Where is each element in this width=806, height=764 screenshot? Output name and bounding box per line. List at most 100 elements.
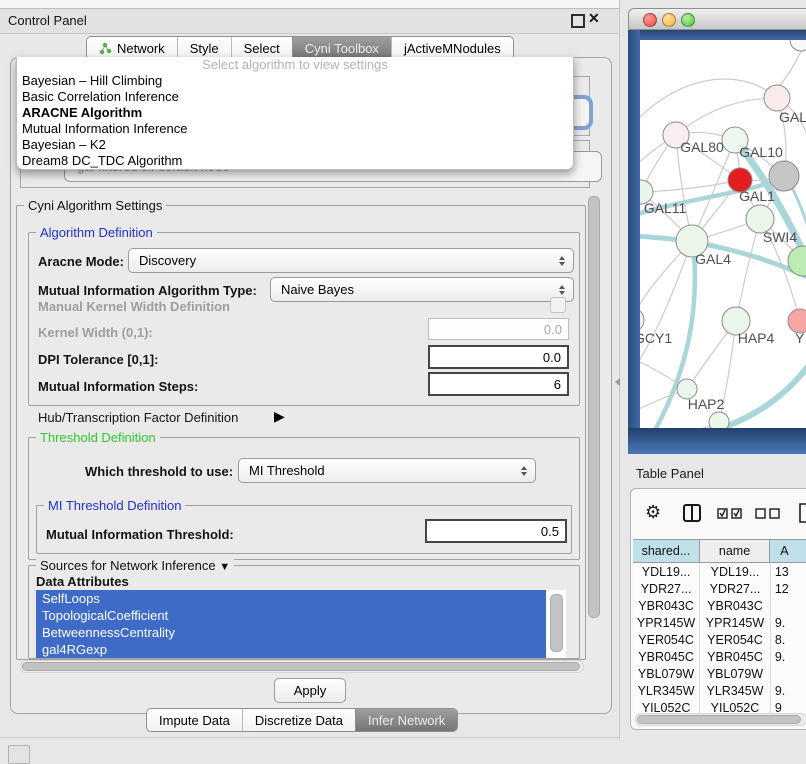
- table-row[interactable]: YBR043C YBR043C: [633, 597, 806, 614]
- panel-splitter-handle[interactable]: [615, 378, 620, 386]
- algorithm-menu-item[interactable]: Basic Correlation Inference: [17, 89, 573, 105]
- algorithm-dropdown-popup: Select algorithm to view settings Bayesi…: [16, 57, 574, 170]
- network-graph: GALGAL80GAL10GAL1GAL11SWI4GAL4GCY1HAP4YH…: [640, 40, 806, 428]
- cell-value[interactable]: 9.: [771, 614, 806, 631]
- cell-name[interactable]: YPR145W: [700, 614, 771, 631]
- close-icon[interactable]: ✕: [588, 10, 600, 27]
- table-row[interactable]: YDL19... YDL19... 13: [633, 563, 806, 580]
- table-row[interactable]: YPR145W YPR145W 9.: [633, 614, 806, 631]
- network-icon: [99, 42, 112, 55]
- tab-cyni-toolbox[interactable]: Cyni Toolbox: [292, 37, 391, 59]
- cell-shared-name[interactable]: YDL19...: [633, 563, 700, 580]
- tab-infer-network[interactable]: Infer Network: [355, 709, 457, 731]
- zoom-traffic-light[interactable]: [681, 13, 695, 27]
- network-node[interactable]: GAL11: [640, 180, 686, 216]
- collapse-arrow-icon[interactable]: ▼: [219, 561, 230, 573]
- cell-shared-name[interactable]: YBL079W: [633, 665, 700, 682]
- table-row[interactable]: YBL079W YBL079W: [633, 665, 806, 682]
- attribute-list-item[interactable]: TopologicalCoefficient: [36, 607, 546, 624]
- close-traffic-light[interactable]: [643, 13, 657, 27]
- algorithm-menu-item[interactable]: Bayesian – Hill Climbing: [17, 73, 573, 89]
- cell-value[interactable]: [771, 665, 806, 682]
- cell-name[interactable]: YLR345W: [700, 682, 771, 699]
- tab-jactivemnodules[interactable]: jActiveMNodules: [391, 37, 513, 59]
- cell-name[interactable]: YDL19...: [700, 563, 771, 580]
- settings-horizontal-thumb[interactable]: [22, 662, 580, 671]
- cell-name[interactable]: YBL079W: [700, 665, 771, 682]
- tab-style[interactable]: Style: [177, 37, 231, 59]
- algorithm-menu-item-label: Dream8 DC_TDC Algorithm: [22, 153, 182, 168]
- network-canvas[interactable]: GALGAL80GAL10GAL1GAL11SWI4GAL4GCY1HAP4YH…: [640, 40, 806, 428]
- table-row[interactable]: YLR345W YLR345W 9.: [633, 682, 806, 699]
- cell-shared-name[interactable]: YBR045C: [633, 648, 700, 665]
- cell-shared-name[interactable]: YDR27...: [633, 580, 700, 597]
- algorithm-menu-item[interactable]: Bayesian – K2: [17, 137, 573, 153]
- table-horizontal-scrollbar[interactable]: [635, 713, 806, 726]
- columns-icon[interactable]: [683, 504, 701, 522]
- network-node[interactable]: HAP4: [722, 307, 774, 346]
- cell-value[interactable]: 8.: [771, 631, 806, 648]
- gear-icon[interactable]: ⚙: [645, 503, 661, 521]
- tab-label: Infer Network: [368, 713, 445, 728]
- network-node[interactable]: [790, 40, 806, 51]
- unchecked-boxes-icon[interactable]: [755, 508, 781, 519]
- cell-name[interactable]: YBR043C: [700, 597, 771, 614]
- network-node[interactable]: [769, 161, 799, 191]
- tab-impute-data[interactable]: Impute Data: [147, 709, 242, 731]
- settings-horizontal-scrollbar[interactable]: [20, 660, 584, 673]
- cell-value[interactable]: 13: [771, 563, 806, 580]
- attribute-list-item[interactable]: gal4RGexp: [36, 641, 546, 658]
- table-row[interactable]: YDR27... YDR27... 12: [633, 580, 806, 597]
- minimize-traffic-light[interactable]: [662, 13, 676, 27]
- algorithm-menu-item-label: Bayesian – Hill Climbing: [22, 73, 162, 88]
- apply-button[interactable]: Apply: [274, 678, 346, 703]
- panel-title: Control Panel: [8, 13, 87, 28]
- cell-value[interactable]: 12: [771, 580, 806, 597]
- algorithm-menu-item-label: Bayesian – K2: [22, 137, 106, 152]
- network-window-titlebar[interactable]: [628, 8, 806, 30]
- cell-value[interactable]: 9.: [771, 648, 806, 665]
- table-row[interactable]: YBR045C YBR045C 9.: [633, 648, 806, 665]
- cell-name[interactable]: YBR045C: [700, 648, 771, 665]
- table-row[interactable]: YER054C YER054C 8.: [633, 631, 806, 648]
- cell-value[interactable]: 9.: [771, 682, 806, 699]
- column-header-clipped[interactable]: A: [770, 540, 806, 562]
- cell-shared-name[interactable]: YLR345W: [633, 682, 700, 699]
- mi-threshold-title: MI Threshold Definition: [44, 498, 185, 513]
- tab-select[interactable]: Select: [231, 37, 292, 59]
- network-node-label: GAL11: [644, 200, 687, 216]
- algorithm-menu-item[interactable]: ARACNE Algorithm: [17, 105, 573, 121]
- algorithm-menu-item[interactable]: Dream8 DC_TDC Algorithm: [17, 153, 573, 169]
- checked-boxes-icon[interactable]: [717, 508, 743, 519]
- tab-label: jActiveMNodules: [404, 41, 501, 56]
- column-header-shared-name[interactable]: shared...: [633, 540, 700, 562]
- mini-panel-button[interactable]: [8, 745, 30, 764]
- file-icon[interactable]: [799, 503, 806, 523]
- attribute-list-item[interactable]: SelfLoops: [36, 590, 546, 607]
- cell-shared-name[interactable]: YBR043C: [633, 597, 700, 614]
- algorithm-menu-item[interactable]: Mutual Information Inference: [17, 121, 573, 137]
- node-table: shared... name A YDL19... YDL19... 13 YD…: [633, 539, 806, 715]
- cell-name[interactable]: YDR27...: [700, 580, 771, 597]
- list-scrollbar-thumb[interactable]: [550, 594, 563, 652]
- tab-network[interactable]: Network: [87, 37, 177, 59]
- cell-shared-name[interactable]: YPR145W: [633, 614, 700, 631]
- table-horizontal-thumb[interactable]: [637, 715, 801, 724]
- cell-shared-name[interactable]: YER054C: [633, 631, 700, 648]
- network-node[interactable]: Y: [788, 309, 806, 346]
- network-node[interactable]: HAP2: [677, 379, 724, 412]
- attribute-list-item[interactable]: BetweennessCentrality: [36, 624, 546, 641]
- bottom-tabbar: Impute Data Discretize Data Infer Networ…: [146, 708, 458, 732]
- cell-name[interactable]: YER054C: [700, 631, 771, 648]
- network-node[interactable]: GAL: [764, 85, 806, 125]
- float-window-icon[interactable]: [571, 14, 585, 28]
- network-node[interactable]: GAL10: [722, 127, 783, 160]
- column-header-name[interactable]: name: [700, 540, 770, 562]
- settings-vertical-scrollbar[interactable]: [588, 196, 600, 618]
- network-node[interactable]: GAL80: [663, 122, 724, 155]
- network-node[interactable]: GCY1: [640, 308, 672, 346]
- network-node-label: GAL1: [739, 188, 775, 204]
- cell-value[interactable]: [771, 597, 806, 614]
- network-node[interactable]: [709, 412, 729, 428]
- tab-discretize-data[interactable]: Discretize Data: [242, 709, 355, 731]
